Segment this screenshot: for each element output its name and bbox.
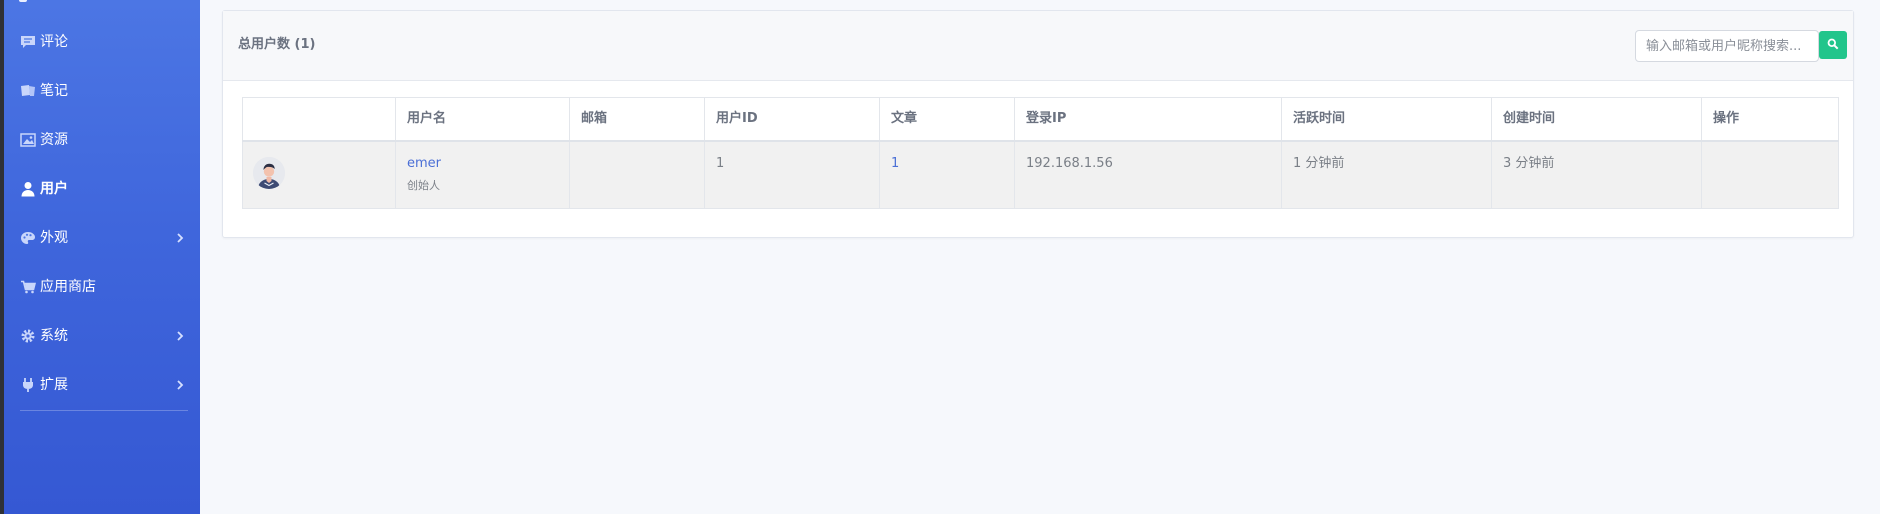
active-time-cell: 1 分钟前	[1281, 140, 1492, 209]
column-header-username: 用户名	[395, 97, 570, 142]
sidebar-item-appearance[interactable]: 外观	[4, 218, 200, 258]
chevron-right-icon	[174, 377, 186, 393]
sidebar-item-label: 笔记	[40, 83, 68, 99]
user-role-label: 创始人	[407, 179, 440, 192]
table-row: emer 创始人 1 1 192.168.1.56 1 分钟前 3 分钟前	[242, 140, 1839, 209]
plug-icon	[20, 377, 36, 393]
sidebar-item-resources[interactable]: 资源	[4, 120, 200, 160]
sidebar-item-label: 用户	[40, 181, 68, 197]
sidebar-item-label: 系统	[40, 328, 68, 344]
chevron-right-icon	[174, 230, 186, 246]
column-header-active-time: 活跃时间	[1281, 97, 1492, 142]
created-time-cell: 3 分钟前	[1491, 140, 1702, 209]
gear-icon	[20, 328, 36, 344]
users-panel: 总用户数 (1) 用户名 邮箱 用户ID 文章 登录IP 活跃时间 创建时间	[222, 10, 1854, 238]
sidebar-item-label: 评论	[40, 34, 68, 50]
panel-title: 总用户数 (1)	[238, 37, 316, 52]
column-header-login-ip: 登录IP	[1014, 97, 1282, 142]
search-input[interactable]	[1635, 30, 1819, 62]
sidebar-item-system[interactable]: 系统	[4, 316, 200, 356]
comment-icon	[20, 34, 36, 50]
sidebar-item-extensions[interactable]: 扩展	[4, 365, 200, 405]
chevron-right-icon	[174, 328, 186, 344]
column-header-created-time: 创建时间	[1491, 97, 1702, 142]
email-cell	[569, 140, 705, 209]
username-link[interactable]: emer	[407, 155, 558, 173]
panel-header: 总用户数 (1)	[223, 11, 1853, 81]
sidebar-item-comments[interactable]: 评论	[4, 22, 200, 62]
sidebar-item-label: 资源	[40, 132, 68, 148]
actions-cell	[1701, 140, 1839, 209]
articles-count-link[interactable]: 1	[891, 156, 899, 171]
search-icon	[1827, 38, 1839, 53]
avatar-cell	[242, 140, 396, 209]
user-icon	[20, 181, 36, 197]
palette-icon	[20, 230, 36, 246]
sidebar-divider	[20, 410, 188, 411]
sidebar-item-label: 扩展	[40, 377, 68, 393]
column-header-avatar	[242, 97, 396, 142]
notes-icon	[20, 83, 36, 99]
sidebar: 评论 笔记 资源 用户 外观 应用商店 系统 扩展	[4, 0, 200, 514]
search-button[interactable]	[1819, 31, 1847, 59]
sidebar-item-app-store[interactable]: 应用商店	[4, 267, 200, 307]
sidebar-item-label: 应用商店	[40, 279, 96, 295]
articles-cell: 1	[879, 140, 1015, 209]
table-header-row: 用户名 邮箱 用户ID 文章 登录IP 活跃时间 创建时间 操作	[242, 97, 1839, 142]
image-icon	[20, 132, 36, 148]
avatar[interactable]	[253, 157, 285, 189]
cart-icon	[20, 279, 36, 295]
users-table: 用户名 邮箱 用户ID 文章 登录IP 活跃时间 创建时间 操作 emer 创始…	[242, 97, 1839, 209]
column-header-email: 邮箱	[569, 97, 705, 142]
sidebar-item-label: 外观	[40, 230, 68, 246]
sidebar-cut-off-item	[19, 0, 47, 4]
column-header-user-id: 用户ID	[704, 97, 880, 142]
username-cell: emer 创始人	[395, 140, 570, 209]
sidebar-item-users[interactable]: 用户	[4, 169, 200, 209]
column-header-actions: 操作	[1701, 97, 1839, 142]
sidebar-item-notes[interactable]: 笔记	[4, 71, 200, 111]
column-header-articles: 文章	[879, 97, 1015, 142]
login-ip-cell: 192.168.1.56	[1014, 140, 1282, 209]
user-id-cell: 1	[704, 140, 880, 209]
